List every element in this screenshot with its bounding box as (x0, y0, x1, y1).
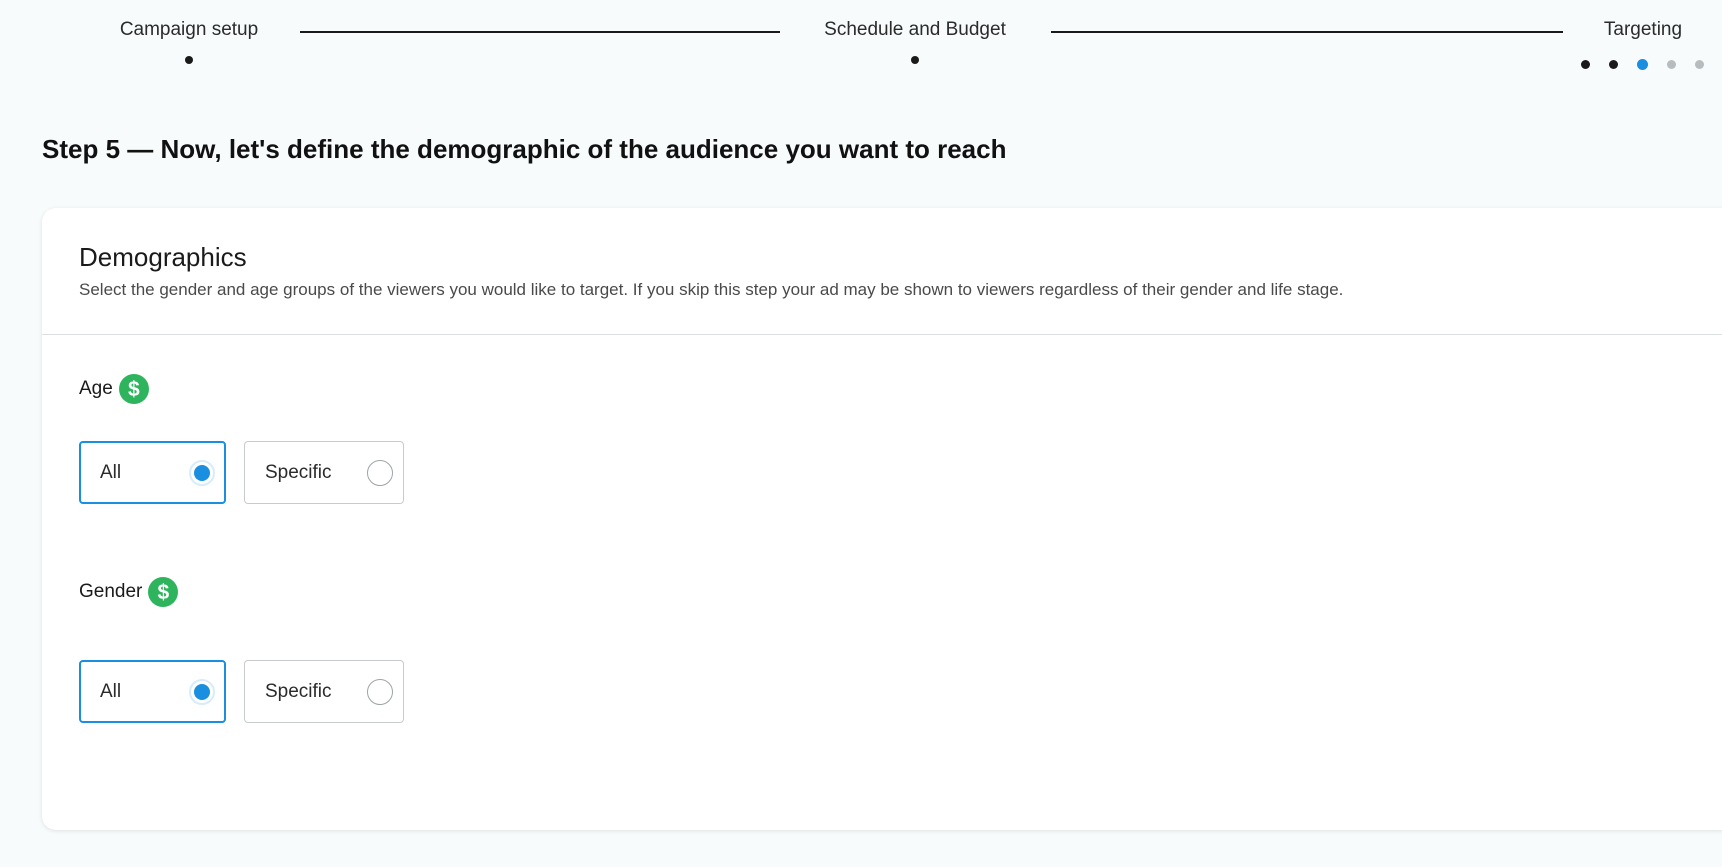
step-connector (300, 31, 780, 33)
substep-dot-upcoming (1695, 60, 1704, 69)
step-label: Targeting (1603, 19, 1683, 40)
card-description: Select the gender and age groups of the … (79, 280, 1344, 299)
step-connector (1051, 31, 1563, 33)
demographics-card: Demographics Select the gender and age g… (42, 208, 1722, 830)
radio-checked-icon[interactable] (189, 678, 215, 705)
option-label: All (100, 680, 122, 702)
targeting-substeps (1581, 59, 1704, 70)
substep-dot-done (1581, 60, 1590, 69)
step-targeting[interactable]: Targeting (1590, 18, 1696, 42)
step-label: Schedule and Budget (824, 19, 1006, 40)
radio-unchecked-icon[interactable] (367, 459, 393, 486)
gender-section-label: Gender $ (79, 577, 179, 607)
step-schedule-and-budget[interactable]: Schedule and Budget (806, 18, 1024, 64)
age-specific-option[interactable]: Specific (244, 441, 404, 504)
option-label: Specific (265, 680, 332, 702)
step-campaign-setup[interactable]: Campaign setup (108, 18, 270, 64)
age-radio-group: All Specific (79, 441, 404, 504)
step-label: Campaign setup (119, 19, 259, 40)
gender-specific-option[interactable]: Specific (244, 660, 404, 723)
step-dot (911, 56, 919, 64)
substep-dot-current (1637, 59, 1648, 70)
page-title: Step 5 — Now, let's define the demograph… (42, 134, 1007, 164)
radio-checked-icon[interactable] (189, 459, 215, 486)
age-label: Age (79, 378, 113, 399)
progress-stepper: Campaign setup Schedule and Budget Targe… (0, 0, 1722, 80)
option-label: All (100, 461, 122, 483)
gender-all-option[interactable]: All (79, 660, 226, 723)
step-dot (185, 56, 193, 64)
age-all-option[interactable]: All (79, 441, 226, 504)
substep-dot-upcoming (1667, 60, 1676, 69)
dollar-icon: $ (148, 577, 179, 607)
dollar-icon: $ (118, 374, 149, 404)
gender-radio-group: All Specific (79, 660, 404, 723)
age-section-label: Age $ (79, 374, 149, 404)
substep-dot-done (1609, 60, 1618, 69)
radio-unchecked-icon[interactable] (367, 678, 393, 705)
option-label: Specific (265, 461, 332, 483)
card-header: Demographics Select the gender and age g… (42, 208, 1722, 335)
gender-label: Gender (79, 581, 143, 602)
card-title: Demographics (79, 242, 247, 272)
